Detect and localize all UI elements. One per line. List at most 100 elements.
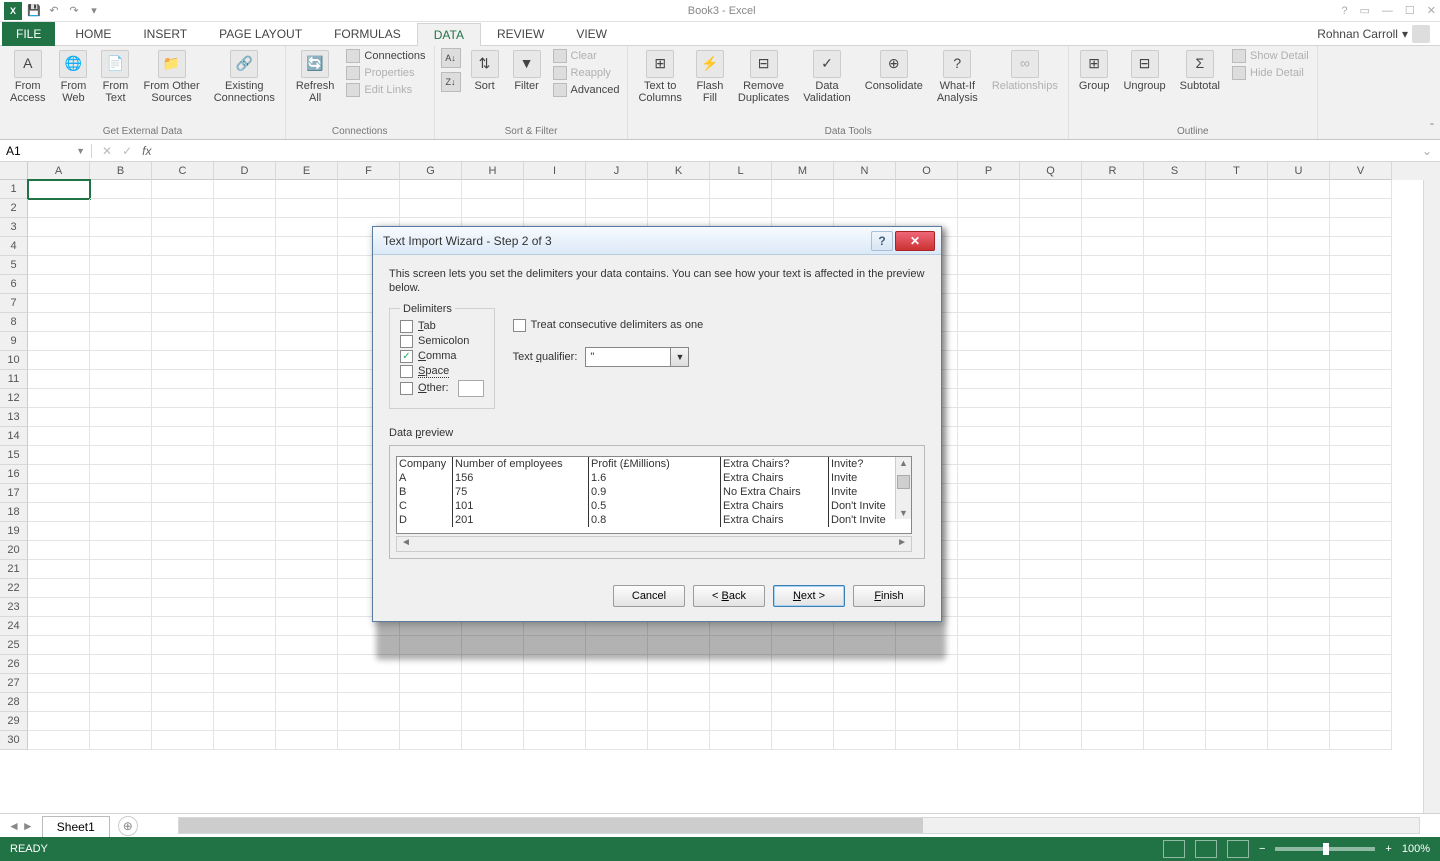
cell[interactable]: [152, 541, 214, 560]
cell[interactable]: [1144, 579, 1206, 598]
column-header[interactable]: R: [1082, 162, 1144, 180]
cell[interactable]: [1330, 522, 1392, 541]
cell[interactable]: [152, 693, 214, 712]
cell[interactable]: [28, 370, 90, 389]
column-header[interactable]: B: [90, 162, 152, 180]
cell[interactable]: [90, 294, 152, 313]
consolidate-button[interactable]: ⊕Consolidate: [861, 48, 927, 94]
cell[interactable]: [90, 693, 152, 712]
cell[interactable]: [1330, 332, 1392, 351]
advanced-button[interactable]: Advanced: [551, 82, 622, 98]
sort-desc-icon[interactable]: Z↓: [441, 72, 461, 92]
cell[interactable]: [1206, 655, 1268, 674]
cell[interactable]: [958, 427, 1020, 446]
cell[interactable]: [710, 712, 772, 731]
cell[interactable]: [214, 408, 276, 427]
tab-data[interactable]: DATA: [417, 23, 481, 47]
consecutive-checkbox[interactable]: [513, 319, 526, 332]
cell[interactable]: [276, 313, 338, 332]
cell[interactable]: [1020, 237, 1082, 256]
cell[interactable]: [214, 503, 276, 522]
cell[interactable]: [1020, 636, 1082, 655]
cell[interactable]: [1144, 427, 1206, 446]
view-normal-icon[interactable]: [1163, 840, 1185, 858]
cell[interactable]: [1082, 503, 1144, 522]
cell[interactable]: [1144, 731, 1206, 750]
cell[interactable]: [276, 674, 338, 693]
cell[interactable]: [152, 275, 214, 294]
cell[interactable]: [1268, 275, 1330, 294]
cell[interactable]: [276, 370, 338, 389]
comma-checkbox[interactable]: ✓: [400, 350, 413, 363]
cell[interactable]: [1082, 370, 1144, 389]
cell[interactable]: [834, 180, 896, 199]
cell[interactable]: [214, 560, 276, 579]
cell[interactable]: [958, 256, 1020, 275]
cell[interactable]: [338, 199, 400, 218]
cell[interactable]: [1268, 446, 1330, 465]
cell[interactable]: [276, 503, 338, 522]
cell[interactable]: [90, 655, 152, 674]
cell[interactable]: [90, 465, 152, 484]
cell[interactable]: [1268, 218, 1330, 237]
cell[interactable]: [28, 503, 90, 522]
cell[interactable]: [1082, 560, 1144, 579]
from-other-button[interactable]: 📁From Other Sources: [139, 48, 203, 106]
cell[interactable]: [648, 199, 710, 218]
cell[interactable]: [648, 712, 710, 731]
column-header[interactable]: H: [462, 162, 524, 180]
cell[interactable]: [1330, 712, 1392, 731]
cell[interactable]: [1206, 636, 1268, 655]
tab-review[interactable]: REVIEW: [481, 22, 560, 46]
enter-formula-icon[interactable]: ✓: [122, 144, 132, 158]
cell[interactable]: [1330, 503, 1392, 522]
semicolon-checkbox[interactable]: [400, 335, 413, 348]
cell[interactable]: [276, 579, 338, 598]
sort-button[interactable]: ⇅Sort: [467, 48, 503, 94]
cell[interactable]: [1082, 484, 1144, 503]
cell[interactable]: [1144, 560, 1206, 579]
cell[interactable]: [152, 313, 214, 332]
cell[interactable]: [1144, 655, 1206, 674]
row-header[interactable]: 23: [0, 598, 28, 617]
cell[interactable]: [1144, 636, 1206, 655]
cell[interactable]: [276, 427, 338, 446]
cell[interactable]: [276, 256, 338, 275]
cell[interactable]: [1330, 579, 1392, 598]
cancel-formula-icon[interactable]: ✕: [102, 144, 112, 158]
cell[interactable]: [214, 465, 276, 484]
cell[interactable]: [958, 484, 1020, 503]
zoom-slider[interactable]: [1275, 847, 1375, 851]
cell[interactable]: [1082, 313, 1144, 332]
cell[interactable]: [1268, 465, 1330, 484]
cell[interactable]: [152, 199, 214, 218]
cell[interactable]: [1082, 712, 1144, 731]
column-header[interactable]: A: [28, 162, 90, 180]
cell[interactable]: [1330, 598, 1392, 617]
cell[interactable]: [1020, 256, 1082, 275]
cell[interactable]: [1206, 370, 1268, 389]
cell[interactable]: [28, 731, 90, 750]
horizontal-scrollbar[interactable]: [178, 817, 1420, 834]
cell[interactable]: [152, 522, 214, 541]
cell[interactable]: [1082, 522, 1144, 541]
cell[interactable]: [958, 275, 1020, 294]
cell[interactable]: [958, 579, 1020, 598]
cell[interactable]: [710, 199, 772, 218]
cell[interactable]: [524, 693, 586, 712]
column-header[interactable]: I: [524, 162, 586, 180]
add-sheet-button[interactable]: ⊕: [118, 816, 138, 836]
cell[interactable]: [772, 693, 834, 712]
cell[interactable]: [1144, 370, 1206, 389]
text-to-columns-button[interactable]: ⊞Text to Columns: [634, 48, 685, 106]
row-header[interactable]: 15: [0, 446, 28, 465]
cell[interactable]: [1206, 199, 1268, 218]
column-header[interactable]: O: [896, 162, 958, 180]
cell[interactable]: [648, 180, 710, 199]
cell[interactable]: [648, 731, 710, 750]
cell[interactable]: [1330, 313, 1392, 332]
cell[interactable]: [276, 332, 338, 351]
cell[interactable]: [152, 294, 214, 313]
reapply-button[interactable]: Reapply: [551, 65, 622, 81]
cell[interactable]: [276, 408, 338, 427]
